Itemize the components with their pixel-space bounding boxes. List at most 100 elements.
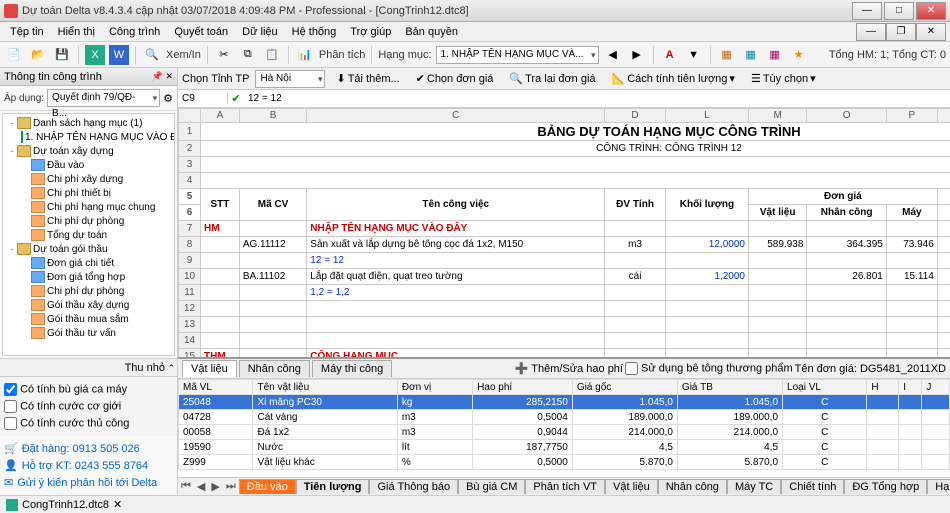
sheet-tab-3[interactable]: Bù giá CM bbox=[458, 479, 525, 494]
tree-node-3[interactable]: Đầu vào bbox=[5, 158, 172, 172]
child-minimize-button[interactable]: — bbox=[856, 23, 886, 41]
maximize-button[interactable]: □ bbox=[884, 2, 914, 20]
tree-node-1[interactable]: 1. NHẬP TÊN HẠNG MỤC VÀO ĐÂY bbox=[5, 130, 172, 144]
material-row[interactable]: 04728Cát vàngm30,5004189.000,0189.000,0C bbox=[179, 410, 950, 425]
sheet-tab-9[interactable]: ĐG Tổng hợp bbox=[844, 479, 927, 494]
tree-node-15[interactable]: Gói thầu tư vấn bbox=[5, 326, 172, 340]
link-feedback[interactable]: ✉ Gửi ý kiến phản hồi tới Delta bbox=[4, 474, 173, 491]
menu-4[interactable]: Dữ liệu bbox=[236, 24, 284, 40]
close-button[interactable]: ✕ bbox=[916, 2, 946, 20]
tralai-button[interactable]: 🔍 Tra lại đơn giá bbox=[504, 70, 600, 87]
tab-nav-next[interactable]: ▶ bbox=[208, 480, 222, 493]
tree-node-11[interactable]: Đơn giá tổng hợp bbox=[5, 270, 172, 284]
cachtinh-button[interactable]: 📐 Cách tính tiên lượng ▾ bbox=[607, 70, 740, 87]
sheet-tab-2[interactable]: Giá Thông báo bbox=[369, 479, 458, 494]
formula-check-icon[interactable]: ✔ bbox=[228, 92, 244, 105]
word-icon[interactable]: W bbox=[109, 45, 129, 65]
tool-icon-3[interactable]: ▦ bbox=[765, 45, 785, 65]
status-close-icon[interactable]: ✕ bbox=[113, 498, 122, 511]
formula-input[interactable]: 12 = 12 bbox=[244, 93, 950, 104]
tree-node-4[interactable]: Chi phí xây dựng bbox=[5, 172, 172, 186]
tree-node-0[interactable]: -Danh sách hạng mục (1) bbox=[5, 116, 172, 130]
col-header[interactable]: C bbox=[307, 109, 605, 123]
sheet-tab-10[interactable]: Hạng mục chung thầu bbox=[927, 479, 950, 494]
tool-icon-4[interactable]: ★ bbox=[789, 45, 809, 65]
tree-node-2[interactable]: -Dự toán xây dựng bbox=[5, 144, 172, 158]
tuychon-button[interactable]: ☰ Tùy chọn ▾ bbox=[746, 70, 821, 87]
menu-0[interactable]: Tệp tin bbox=[4, 24, 50, 40]
sheet-tab-4[interactable]: Phân tích VT bbox=[525, 479, 605, 494]
fill-color-button[interactable]: ▼ bbox=[684, 45, 704, 65]
child-close-button[interactable]: ✕ bbox=[916, 23, 946, 41]
sheet-tab-6[interactable]: Nhân công bbox=[658, 479, 727, 494]
apdung-combo[interactable]: Quyết định 79/QĐ-B... bbox=[47, 89, 160, 107]
tool-icon-1[interactable]: ▦ bbox=[717, 45, 737, 65]
col-header[interactable]: L bbox=[665, 109, 748, 123]
menu-3[interactable]: Quyết toán bbox=[168, 24, 234, 40]
tab-nav-prev[interactable]: ◀ bbox=[194, 480, 208, 493]
material-row[interactable]: 19590Nướclít187,77504,54,5C bbox=[179, 440, 950, 455]
sheet-tab-8[interactable]: Chiết tính bbox=[781, 479, 844, 494]
hangmuc-combo[interactable]: 1. NHẬP TÊN HẠNG MỤC VÀ... bbox=[436, 46, 599, 64]
minimize-button[interactable]: — bbox=[852, 2, 882, 20]
sheet-tab-0[interactable]: Đầu vào bbox=[239, 479, 296, 494]
tool-icon-2[interactable]: ▦ bbox=[741, 45, 761, 65]
new-button[interactable]: 📄 bbox=[4, 45, 24, 65]
sheet-tab-7[interactable]: Máy TC bbox=[727, 479, 781, 494]
pin-icon[interactable]: 📌 ✕ bbox=[152, 71, 173, 82]
apdung-settings-icon[interactable]: ⚙ bbox=[163, 92, 173, 105]
tree-node-8[interactable]: Tổng dự toán bbox=[5, 228, 172, 242]
sd-betong-checkbox[interactable]: Sử dụng bê tông thương phẩm bbox=[625, 362, 793, 375]
tree-node-9[interactable]: -Dự toán gói thầu bbox=[5, 242, 172, 256]
sheet-tab-5[interactable]: Vật liệu bbox=[605, 479, 658, 494]
material-tab-2[interactable]: Máy thi công bbox=[312, 360, 392, 377]
phantich-label[interactable]: Phân tích bbox=[319, 49, 365, 61]
sheet-tab-1[interactable]: Tiên lượng bbox=[296, 479, 370, 494]
excel-icon[interactable]: X bbox=[85, 45, 105, 65]
xemin-label[interactable]: Xem/In bbox=[166, 49, 201, 61]
tree-node-13[interactable]: Gói thầu xây dựng bbox=[5, 298, 172, 312]
material-tab-0[interactable]: Vật liệu bbox=[182, 360, 237, 377]
menu-2[interactable]: Công trình bbox=[103, 24, 166, 40]
col-header[interactable]: P bbox=[886, 109, 937, 123]
material-row[interactable]: 25048Xi măng PC30kg285,21501.045,01.045,… bbox=[179, 395, 950, 410]
col-header[interactable]: Q bbox=[937, 109, 950, 123]
tree-node-14[interactable]: Gói thầu mua sắm bbox=[5, 312, 172, 326]
nav-next-button[interactable]: ▶ bbox=[627, 45, 647, 65]
material-row[interactable]: Z999Vật liệu khác%0,50005.870,05.870,0C bbox=[179, 455, 950, 470]
col-header[interactable]: M bbox=[748, 109, 806, 123]
material-tab-1[interactable]: Nhân công bbox=[239, 360, 310, 377]
paste-button[interactable]: 📋 bbox=[262, 45, 282, 65]
material-row[interactable]: 00058Đá 1x2m30,9044214.000,0214.000,0C bbox=[179, 425, 950, 440]
nav-prev-button[interactable]: ◀ bbox=[603, 45, 623, 65]
tab-nav-last[interactable]: ⏭ bbox=[223, 480, 239, 493]
col-header[interactable]: B bbox=[239, 109, 306, 123]
opt-cuoc-tc[interactable]: Có tính cước thủ công bbox=[4, 415, 173, 432]
copy-button[interactable]: ⧉ bbox=[238, 45, 258, 65]
analyze-icon[interactable]: 📊 bbox=[295, 45, 315, 65]
col-header[interactable] bbox=[179, 109, 201, 123]
tab-nav-first[interactable]: ⏮ bbox=[178, 480, 194, 493]
tree-node-7[interactable]: Chi phí dự phòng bbox=[5, 214, 172, 228]
col-header[interactable]: O bbox=[807, 109, 886, 123]
taithem-button[interactable]: ⬇ Tải thêm... bbox=[331, 70, 404, 87]
tree-node-12[interactable]: Chi phí dự phòng bbox=[5, 284, 172, 298]
tree-node-10[interactable]: Đơn giá chi tiết bbox=[5, 256, 172, 270]
cut-button[interactable]: ✂ bbox=[214, 45, 234, 65]
chontinh-combo[interactable]: Hà Nội bbox=[255, 70, 325, 88]
thu-nho-link[interactable]: Thu nhỏ ⌃ bbox=[125, 362, 175, 374]
col-header[interactable]: A bbox=[201, 109, 240, 123]
link-dathang[interactable]: 🛒 Đặt hàng: 0913 505 026 bbox=[4, 440, 173, 457]
themsua-button[interactable]: ➕ Thêm/Sửa hao phí bbox=[515, 362, 623, 375]
menu-5[interactable]: Hệ thống bbox=[286, 24, 343, 40]
col-header[interactable]: D bbox=[605, 109, 666, 123]
preview-icon[interactable]: 🔍 bbox=[142, 45, 162, 65]
open-button[interactable]: 📂 bbox=[28, 45, 48, 65]
opt-bugia[interactable]: Có tính bù giá ca máy bbox=[4, 381, 173, 398]
opt-cuoc-cg[interactable]: Có tính cước cơ giới bbox=[4, 398, 173, 415]
menu-7[interactable]: Bản quyền bbox=[399, 24, 464, 40]
menu-1[interactable]: Hiển thị bbox=[52, 24, 101, 40]
cell-ref[interactable]: C9 bbox=[178, 93, 228, 104]
tree-node-6[interactable]: Chi phí hạng mục chung bbox=[5, 200, 172, 214]
tree-node-5[interactable]: Chi phí thiết bị bbox=[5, 186, 172, 200]
